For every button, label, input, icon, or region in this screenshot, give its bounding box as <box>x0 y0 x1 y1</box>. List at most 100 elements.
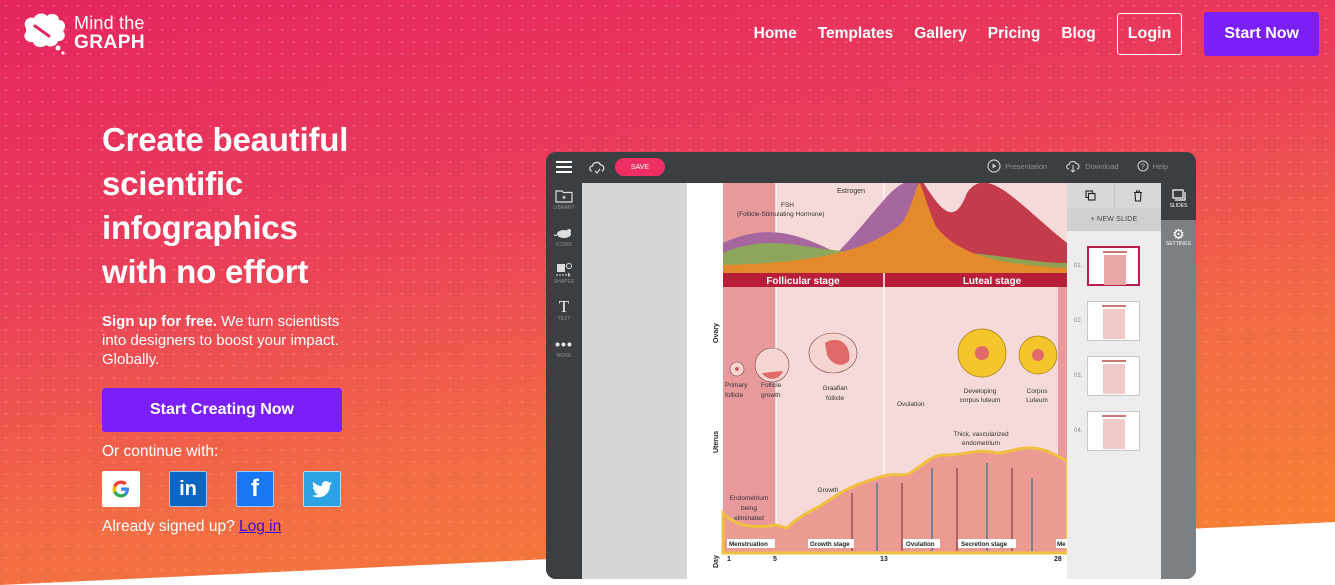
continue-with-label: Or continue with: <box>102 443 219 460</box>
nav-pricing[interactable]: Pricing <box>988 25 1041 43</box>
folder-star-icon <box>555 190 573 203</box>
tool-label: MORE <box>556 353 572 359</box>
duplicate-slide-button[interactable] <box>1067 183 1115 208</box>
linkedin-login-button[interactable]: in <box>169 471 207 507</box>
cloud-sync-icon[interactable] <box>588 159 606 175</box>
subtitle-bold: Sign up for free. <box>102 313 218 330</box>
label-follicle-growth: Follicle <box>761 382 782 389</box>
label-graafian-2: follicle <box>826 395 844 402</box>
slides-panel: + NEW SLIDE 01. 02. 03. 04. <box>1067 183 1161 579</box>
brand-logo[interactable]: Mind the GRAPH <box>18 10 145 56</box>
slide-thumb-4[interactable]: 04. <box>1067 411 1161 453</box>
stage-luteal: Luteal stage <box>963 276 1022 287</box>
login-button[interactable]: Login <box>1116 13 1183 55</box>
google-login-button[interactable] <box>102 471 140 507</box>
trash-icon <box>1133 189 1142 202</box>
tool-label: LIBRARY <box>553 205 575 211</box>
hero-subtitle: Sign up for free. We turn scientists int… <box>102 312 364 369</box>
tool-label: ICONS <box>556 242 572 248</box>
twitter-login-button[interactable] <box>303 471 341 507</box>
label-corpus-2: Luteum <box>1026 397 1048 404</box>
start-now-button[interactable]: Start Now <box>1204 12 1319 56</box>
delete-slide-button[interactable] <box>1115 183 1162 208</box>
brain-logo-icon <box>18 10 70 56</box>
main-nav: Home Templates Gallery Pricing Blog Logi… <box>754 12 1319 56</box>
day-13: 13 <box>880 556 888 563</box>
phase-growth: Growth stage <box>810 541 850 548</box>
day-1: 1 <box>727 556 731 563</box>
headline-line: infographics <box>102 209 298 246</box>
label-fsh-full: (Follicle-Stimulating Hormone) <box>737 211 824 218</box>
headline-line: with no effort <box>102 253 309 290</box>
help-label: Help <box>1152 161 1168 171</box>
label-graafian: Graafian <box>823 385 848 392</box>
slide-thumb-2[interactable]: 02. <box>1067 301 1161 343</box>
tool-label: TEXT <box>557 316 571 322</box>
brand-line1: Mind the <box>74 13 145 33</box>
right-vertical-menu: SLIDES ⚙ SETTINGS <box>1161 183 1196 579</box>
canvas-page[interactable]: Estrogen FSH (Follicle-Stimulating Hormo… <box>687 173 1069 579</box>
canvas-workspace[interactable]: Estrogen FSH (Follicle-Stimulating Hormo… <box>582 173 1101 579</box>
facebook-icon: f <box>251 475 259 502</box>
mouse-icon <box>554 229 571 238</box>
stage-follicular: Follicular stage <box>766 276 840 287</box>
tool-library[interactable]: LIBRARY <box>546 187 582 211</box>
download-button[interactable]: Download <box>1065 159 1119 173</box>
label-developing: Developing <box>964 388 997 395</box>
slide-thumb-3[interactable]: 03. <box>1067 356 1161 398</box>
tool-more[interactable]: ••• MORE <box>546 335 582 359</box>
label-endometrium-2: being <box>741 505 757 512</box>
shapes-icon <box>556 263 572 278</box>
label-follicle-growth-2: growth <box>761 392 781 399</box>
tool-icons[interactable]: ICONS <box>546 224 582 248</box>
slide-thumb-1[interactable]: 01. <box>1067 246 1161 288</box>
gear-icon: ⚙ <box>1172 226 1185 242</box>
hero-headline: Create beautiful scientific infographics… <box>102 118 348 294</box>
presentation-button[interactable]: Presentation <box>987 159 1047 173</box>
row-label-uterus: Uterus <box>713 431 720 453</box>
headline-line: Create beautiful <box>102 121 349 158</box>
tab-slides[interactable]: SLIDES <box>1161 183 1196 220</box>
label-fsh: FSH <box>781 202 794 209</box>
already-label: Already signed up? <box>102 518 240 535</box>
nav-templates[interactable]: Templates <box>818 25 894 43</box>
tool-text[interactable]: T TEXT <box>546 297 582 322</box>
row-label-day: Day <box>713 555 720 568</box>
facebook-login-button[interactable]: f <box>236 471 274 507</box>
new-slide-button[interactable]: + NEW SLIDE <box>1067 208 1161 231</box>
google-icon <box>112 480 129 498</box>
phase-menstruation-2: Me <box>1057 541 1066 548</box>
label-endometrium: Endometrium <box>730 495 769 502</box>
slide-number: 03. <box>1074 373 1083 379</box>
hamburger-menu-icon[interactable] <box>556 161 572 173</box>
phase-menstruation: Menstruation <box>729 541 768 548</box>
row-label-ovary: Ovary <box>713 323 720 343</box>
nav-home[interactable]: Home <box>754 25 797 43</box>
duplicate-icon <box>1085 190 1096 201</box>
label-estrogen: Estrogen <box>837 188 865 195</box>
nav-blog[interactable]: Blog <box>1061 25 1095 43</box>
linkedin-icon: in <box>179 477 197 500</box>
tool-shapes[interactable]: SHAPES <box>546 261 582 285</box>
more-dots-icon: ••• <box>555 336 573 352</box>
label-primary-follicle-2: follicle <box>725 392 743 399</box>
day-28: 28 <box>1054 556 1062 563</box>
text-icon: T <box>558 297 570 316</box>
label-thick-2: endometrium <box>962 440 1000 447</box>
help-icon: ? <box>1137 160 1149 172</box>
slide-number: 02. <box>1074 318 1083 324</box>
label-thick: Thick, vascularized <box>953 431 1009 438</box>
svg-text:?: ? <box>1141 164 1145 171</box>
slide-number: 04. <box>1074 428 1083 434</box>
label-growth: Growth <box>818 487 839 494</box>
login-link[interactable]: Log in <box>239 518 281 535</box>
help-button[interactable]: ? Help <box>1137 160 1168 172</box>
tab-label: SETTINGS <box>1165 241 1191 247</box>
headline-line: scientific <box>102 165 244 202</box>
start-creating-button[interactable]: Start Creating Now <box>102 388 342 432</box>
tab-settings[interactable]: ⚙ SETTINGS <box>1161 221 1196 247</box>
already-signed-up: Already signed up? Log in <box>102 518 281 536</box>
day-5: 5 <box>773 556 777 563</box>
save-button[interactable]: SAVE <box>615 158 665 176</box>
nav-gallery[interactable]: Gallery <box>914 25 967 43</box>
